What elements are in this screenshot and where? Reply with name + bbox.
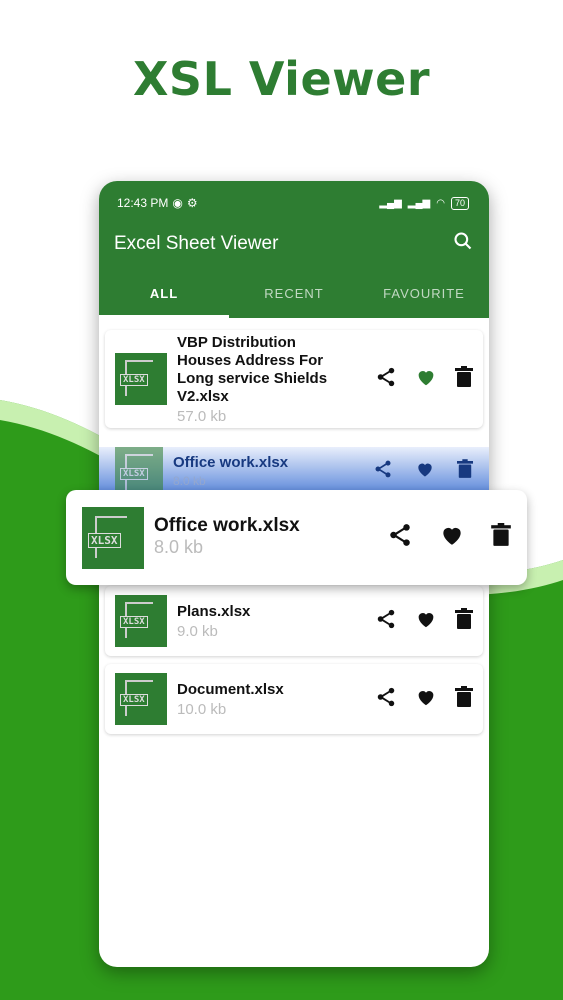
- tab-favourite[interactable]: FAVOURITE: [359, 272, 489, 318]
- file-size: 9.0 kb: [177, 622, 218, 640]
- selected-row-ghost: XLSX Office work.xlsx 8.0 kb: [99, 447, 489, 495]
- file-name: Document.xlsx: [177, 680, 284, 698]
- list-item[interactable]: XLSX Document.xlsx 10.0 kb: [105, 664, 483, 734]
- xlsx-file-icon: XLSX: [115, 673, 167, 725]
- signal-icon: ▂▄▆: [379, 197, 402, 209]
- highlighted-file-card[interactable]: XLSX Office work.xlsx 8.0 kb: [66, 490, 527, 585]
- delete-icon[interactable]: [457, 458, 473, 484]
- file-size: 10.0 kb: [177, 700, 227, 718]
- heart-icon[interactable]: [439, 522, 465, 553]
- share-icon[interactable]: [375, 366, 397, 393]
- file-size: 8.0 kb: [154, 537, 204, 557]
- heart-icon[interactable]: [415, 686, 437, 713]
- signal-icon-2: ▂▄▆: [407, 197, 431, 209]
- share-icon[interactable]: [375, 608, 397, 635]
- search-icon[interactable]: [453, 231, 473, 256]
- settings-icon: ⚙: [186, 196, 198, 210]
- file-size: 57.0 kb: [177, 407, 227, 425]
- app-bar: 12:43 PM ◉ ⚙ ▂▄▆ ▂▄▆ ◠ 70 Excel Sheet Vi…: [99, 181, 489, 318]
- heart-icon[interactable]: [415, 459, 435, 484]
- tab-all[interactable]: ALL: [99, 272, 229, 318]
- xlsx-file-icon: XLSX: [115, 595, 167, 647]
- delete-icon[interactable]: [491, 523, 511, 552]
- record-icon: ◉: [172, 196, 183, 210]
- share-icon[interactable]: [375, 686, 397, 713]
- wifi-icon: ◠: [436, 197, 445, 209]
- app-title: Excel Sheet Viewer: [114, 233, 279, 254]
- file-size: 8.0 kb: [173, 474, 206, 488]
- xlsx-file-icon: XLSX: [115, 353, 167, 405]
- status-time: 12:43 PM: [117, 196, 169, 210]
- xlsx-file-icon: XLSX: [115, 447, 163, 495]
- delete-icon[interactable]: [455, 685, 473, 713]
- share-icon[interactable]: [387, 522, 413, 553]
- list-item[interactable]: XLSX VBP Distribution Houses Address For…: [105, 330, 483, 428]
- headline: XSL Viewer: [132, 52, 431, 106]
- file-name: VBP Distribution Houses Address For Long…: [177, 333, 328, 405]
- tab-recent[interactable]: RECENT: [229, 272, 359, 318]
- delete-icon[interactable]: [455, 607, 473, 635]
- battery-icon: 70: [450, 196, 469, 210]
- delete-icon[interactable]: [455, 365, 473, 393]
- file-name: Plans.xlsx: [177, 602, 251, 620]
- status-bar: 12:43 PM ◉ ⚙ ▂▄▆ ▂▄▆ ◠ 70: [117, 195, 469, 211]
- share-icon[interactable]: [373, 459, 393, 484]
- tab-bar: ALL RECENT FAVOURITE: [99, 272, 489, 318]
- xlsx-file-icon: XLSX: [82, 506, 144, 569]
- heart-icon[interactable]: [415, 608, 437, 635]
- heart-icon[interactable]: [415, 366, 437, 393]
- list-item[interactable]: XLSX Plans.xlsx 9.0 kb: [105, 586, 483, 656]
- file-name: Office work.xlsx: [154, 515, 300, 536]
- file-name: Office work.xlsx: [173, 454, 289, 471]
